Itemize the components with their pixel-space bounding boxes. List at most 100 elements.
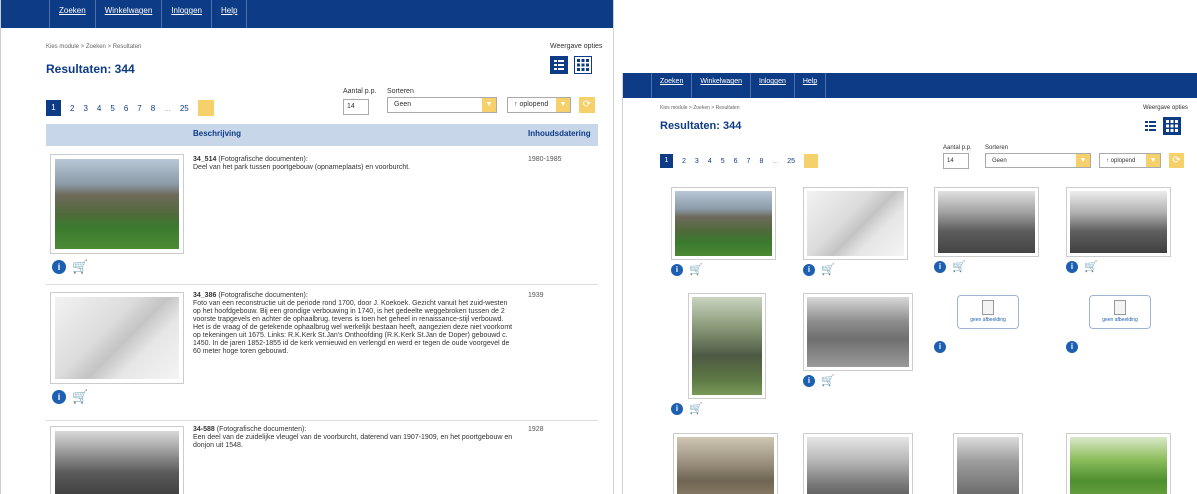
- grid-view-button[interactable]: [1163, 117, 1181, 135]
- cart-icon[interactable]: 🛒: [821, 264, 835, 276]
- page-link[interactable]: 4: [97, 104, 101, 113]
- nav-zoeken[interactable]: Zoeken: [49, 0, 96, 28]
- info-icon[interactable]: i: [803, 375, 815, 387]
- page-link[interactable]: 5: [110, 104, 114, 113]
- record-text: Een deel van de zuidelijke vleugel van d…: [193, 434, 513, 449]
- sort-select[interactable]: Geen ▼: [387, 97, 497, 113]
- no-image-placeholder[interactable]: geen afbeelding: [1089, 295, 1151, 329]
- chevron-down-icon: ▼: [556, 98, 570, 112]
- nav-winkelwagen[interactable]: Winkelwagen: [96, 0, 163, 28]
- info-icon[interactable]: i: [671, 403, 683, 415]
- record-text: Foto van een reconstructie uit de period…: [193, 300, 513, 355]
- grid-thumbnail[interactable]: [671, 187, 776, 260]
- results-title: Resultaten: 344: [46, 62, 135, 76]
- info-icon[interactable]: i: [934, 261, 946, 273]
- thumbnail-image[interactable]: [50, 426, 184, 494]
- info-icon[interactable]: i: [671, 264, 683, 276]
- page-current[interactable]: 1: [660, 154, 673, 168]
- info-icon[interactable]: i: [1066, 261, 1078, 273]
- display-options-label: Weergave opties: [1143, 105, 1188, 111]
- chevron-down-icon: ▼: [1146, 154, 1160, 167]
- cart-icon[interactable]: 🛒: [821, 375, 835, 387]
- page-current[interactable]: 1: [46, 100, 61, 116]
- page-link[interactable]: 6: [124, 104, 128, 113]
- photo-placeholder: [677, 437, 774, 494]
- list-view-button[interactable]: [1143, 118, 1159, 134]
- top-nav-bar: Zoeken Winkelwagen Inloggen Help: [1, 0, 613, 28]
- nav-zoeken[interactable]: Zoeken: [651, 73, 693, 98]
- page-link[interactable]: 5: [721, 158, 725, 165]
- cart-icon[interactable]: 🛒: [1084, 261, 1098, 273]
- page-link[interactable]: 7: [137, 104, 141, 113]
- grid-item-actions: i 🛒: [671, 403, 703, 415]
- page-link[interactable]: 3: [695, 158, 699, 165]
- cart-icon[interactable]: 🛒: [72, 260, 88, 274]
- no-image-label: geen afbeelding: [970, 317, 1006, 323]
- list-view-button[interactable]: [550, 56, 568, 74]
- page-link[interactable]: 8: [151, 104, 155, 113]
- info-icon[interactable]: i: [934, 341, 946, 353]
- cart-icon[interactable]: 🛒: [689, 264, 703, 276]
- cart-icon[interactable]: 🛒: [72, 390, 88, 404]
- record-description: 34_514 (Fotografische documenten): Deel …: [193, 156, 513, 172]
- no-image-placeholder[interactable]: geen afbeelding: [957, 295, 1019, 329]
- grid-thumbnail[interactable]: [673, 433, 778, 494]
- grid-item-actions: i 🛒: [803, 375, 835, 387]
- record-type: (Fotografische documenten):: [216, 426, 307, 433]
- refresh-icon[interactable]: ⟳: [579, 97, 595, 113]
- grid-view-icon: [577, 59, 589, 71]
- grid-thumbnail[interactable]: [803, 293, 913, 371]
- photo-placeholder: [938, 191, 1035, 253]
- info-icon[interactable]: i: [1066, 341, 1078, 353]
- sort-select[interactable]: Geen ▼: [985, 153, 1091, 168]
- grid-thumbnail[interactable]: [953, 433, 1023, 494]
- grid-view-icon: [1166, 120, 1178, 132]
- thumbnail-image[interactable]: [50, 292, 184, 384]
- nav-inloggen[interactable]: Inloggen: [162, 0, 212, 28]
- page-link[interactable]: 6: [734, 158, 738, 165]
- page-link[interactable]: 2: [682, 158, 686, 165]
- thumbnail-image[interactable]: [50, 154, 184, 254]
- nav-help[interactable]: Help: [212, 0, 248, 28]
- record-id[interactable]: 34-588: [193, 426, 215, 433]
- photo-placeholder: [1070, 191, 1167, 253]
- info-icon[interactable]: i: [52, 390, 66, 404]
- grid-thumbnail[interactable]: [688, 293, 766, 399]
- grid-thumbnail[interactable]: [934, 187, 1039, 257]
- page-link[interactable]: 3: [83, 104, 87, 113]
- per-page-input[interactable]: 14: [943, 153, 969, 169]
- grid-view-button[interactable]: [574, 56, 592, 74]
- grid-thumbnail[interactable]: [1066, 433, 1171, 494]
- order-select[interactable]: ↑ oplopend ▼: [507, 97, 571, 113]
- next-page-button[interactable]: [803, 154, 818, 168]
- page-link[interactable]: 4: [708, 158, 712, 165]
- record-id[interactable]: 34_386: [193, 292, 216, 299]
- table-row: 34-588 (Fotografische documenten): Een d…: [46, 424, 598, 494]
- sort-value: Geen: [992, 158, 1007, 164]
- order-select[interactable]: ↑ oplopend ▼: [1099, 153, 1161, 168]
- sort-label: Sorteren: [387, 88, 414, 95]
- grid-thumbnail[interactable]: [803, 433, 913, 494]
- photo-placeholder: [55, 159, 179, 249]
- page-link-last[interactable]: 25: [180, 104, 189, 113]
- nav-inloggen[interactable]: Inloggen: [751, 73, 795, 98]
- refresh-icon[interactable]: ⟳: [1169, 153, 1184, 168]
- grid-thumbnail[interactable]: [803, 187, 908, 260]
- page-ellipsis: ...: [164, 103, 171, 113]
- nav-help[interactable]: Help: [795, 73, 827, 98]
- info-icon[interactable]: i: [52, 260, 66, 274]
- record-id[interactable]: 34_514: [193, 156, 216, 163]
- cart-icon[interactable]: 🛒: [952, 261, 966, 273]
- nav-winkelwagen[interactable]: Winkelwagen: [692, 73, 751, 98]
- cart-icon[interactable]: 🛒: [689, 403, 703, 415]
- per-page-input[interactable]: 14: [343, 99, 369, 115]
- info-icon[interactable]: i: [803, 264, 815, 276]
- order-value: ↑ oplopend: [514, 101, 549, 108]
- page-link[interactable]: 8: [759, 158, 763, 165]
- page-link[interactable]: 2: [70, 104, 74, 113]
- next-page-button[interactable]: [197, 100, 214, 116]
- page-ellipsis: ...: [772, 157, 779, 165]
- page-link[interactable]: 7: [747, 158, 751, 165]
- page-link-last[interactable]: 25: [787, 158, 795, 165]
- grid-thumbnail[interactable]: [1066, 187, 1171, 257]
